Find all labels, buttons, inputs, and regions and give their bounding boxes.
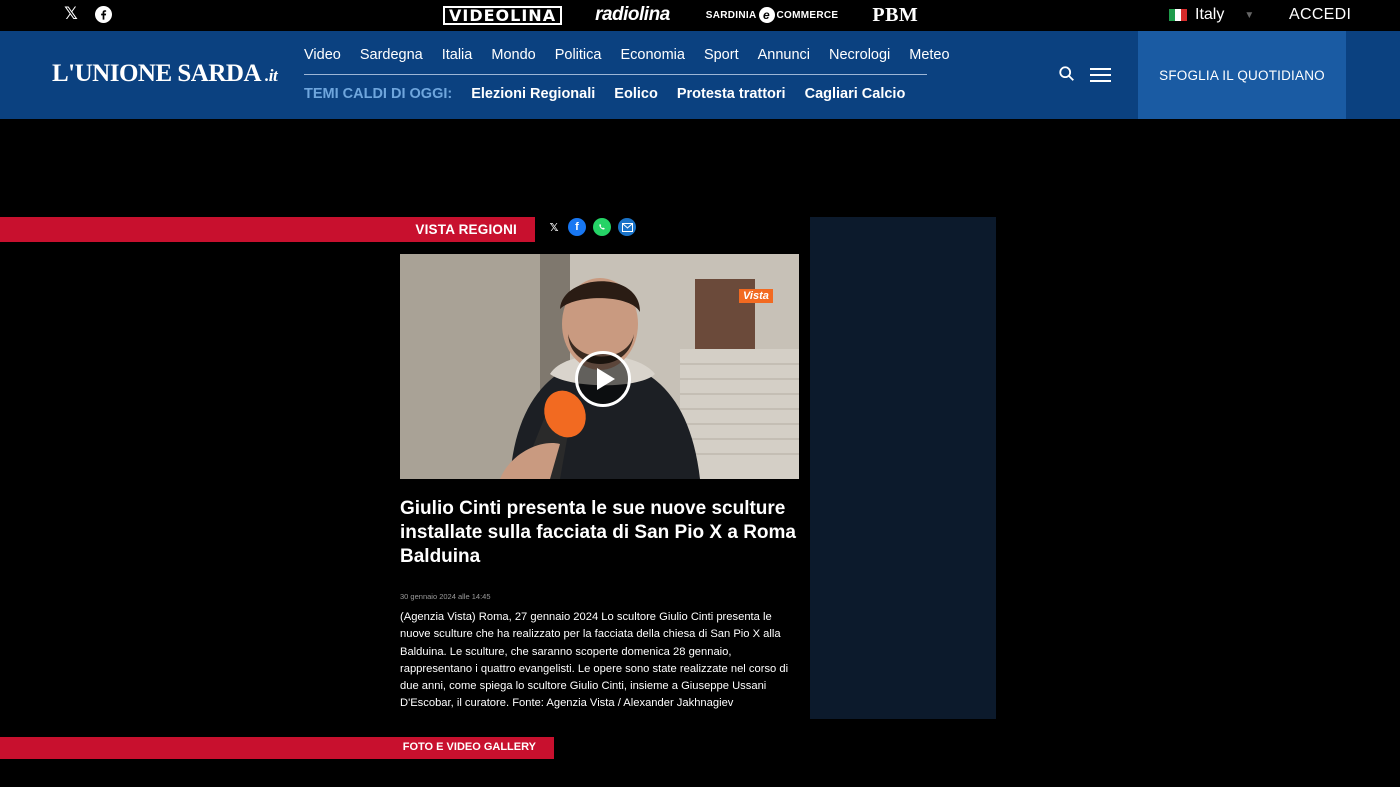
share-x-icon[interactable]: 𝕏 [547, 221, 561, 234]
nav-item-sport[interactable]: Sport [704, 47, 739, 63]
nav-item-sardegna[interactable]: Sardegna [360, 47, 423, 63]
nav-item-necrologi[interactable]: Necrologi [829, 47, 890, 63]
facebook-icon[interactable] [94, 5, 112, 23]
article-date: 30 gennaio 2024 alle 14:45 [400, 592, 491, 601]
nav-item-video[interactable]: Video [304, 47, 341, 63]
chevron-down-icon: ▼ [1244, 9, 1255, 21]
section-title[interactable]: VISTA REGIONI [415, 222, 517, 237]
ecommerce-suffix: COMMERCE [776, 9, 839, 21]
nav-divider [304, 74, 927, 75]
site-logo-text: L'UNIONE SARDA [52, 60, 262, 87]
share-email-icon[interactable] [618, 218, 636, 236]
article-body: (Agenzia Vista) Roma, 27 gennaio 2024 Lo… [400, 611, 789, 710]
hot-topics: TEMI CALDI DI OGGI: Elezioni Regionali E… [304, 86, 924, 102]
hot-topic-eolico[interactable]: Eolico [614, 86, 658, 102]
login-button[interactable]: ACCEDI [1289, 6, 1351, 24]
hot-topic-protesta[interactable]: Protesta trattori [677, 86, 786, 102]
hamburger-menu-icon[interactable] [1090, 68, 1111, 82]
gallery-section-bar: FOTO E VIDEO GALLERY [0, 737, 554, 759]
share-buttons: 𝕏 f [547, 218, 636, 236]
top-bar: 𝕏 VIDEOLINA radiolina SARDINIA e COMMERC… [0, 0, 1400, 31]
play-icon[interactable] [575, 351, 631, 407]
video-player[interactable]: Vista [400, 254, 799, 479]
nav-item-annunci[interactable]: Annunci [758, 47, 810, 63]
social-links: 𝕏 [62, 4, 112, 23]
share-whatsapp-icon[interactable] [593, 218, 611, 236]
network-brands: VIDEOLINA radiolina SARDINIA e COMMERCE … [440, 2, 918, 28]
hot-topics-label: TEMI CALDI DI OGGI: [304, 86, 453, 102]
videolina-logo[interactable]: VIDEOLINA [443, 5, 563, 25]
ad-slot [810, 217, 996, 719]
sardinia-ecommerce-logo[interactable]: SARDINIA e COMMERCE [706, 7, 839, 23]
search-icon[interactable] [1058, 65, 1076, 83]
language-selector[interactable]: Italy ▼ [1169, 6, 1254, 24]
section-bar: VISTA REGIONI [0, 217, 535, 242]
sfoglia-quotidiano-button[interactable]: SFOGLIA IL QUOTIDIANO [1138, 31, 1346, 119]
pbm-logo[interactable]: PBM [872, 4, 918, 27]
gallery-title[interactable]: FOTO E VIDEO GALLERY [403, 741, 536, 753]
nav-item-meteo[interactable]: Meteo [909, 47, 949, 63]
italy-flag-icon [1169, 9, 1187, 21]
ecommerce-prefix: SARDINIA [705, 9, 757, 21]
main-nav: Video Sardegna Italia Mondo Politica Eco… [304, 47, 969, 63]
language-label: Italy [1195, 6, 1225, 23]
site-header: L'UNIONE SARDA .it Video Sardegna Italia … [0, 31, 1400, 119]
vista-watermark: Vista [739, 289, 773, 303]
site-logo-suffix: .it [265, 66, 278, 85]
hot-topic-cagliari[interactable]: Cagliari Calcio [805, 86, 906, 102]
nav-item-mondo[interactable]: Mondo [491, 47, 535, 63]
ecommerce-e-mark: e [758, 7, 775, 23]
article-headline: Giulio Cinti presenta le sue nuove scult… [400, 498, 796, 567]
nav-item-economia[interactable]: Economia [620, 47, 684, 63]
nav-item-politica[interactable]: Politica [555, 47, 602, 63]
nav-item-italia[interactable]: Italia [442, 47, 473, 63]
x-twitter-icon[interactable]: 𝕏 [62, 4, 80, 23]
hot-topic-elezioni[interactable]: Elezioni Regionali [471, 86, 595, 102]
radiolina-logo[interactable]: radiolina [595, 4, 670, 26]
share-facebook-icon[interactable]: f [568, 218, 586, 236]
site-logo[interactable]: L'UNIONE SARDA .it [52, 60, 278, 88]
